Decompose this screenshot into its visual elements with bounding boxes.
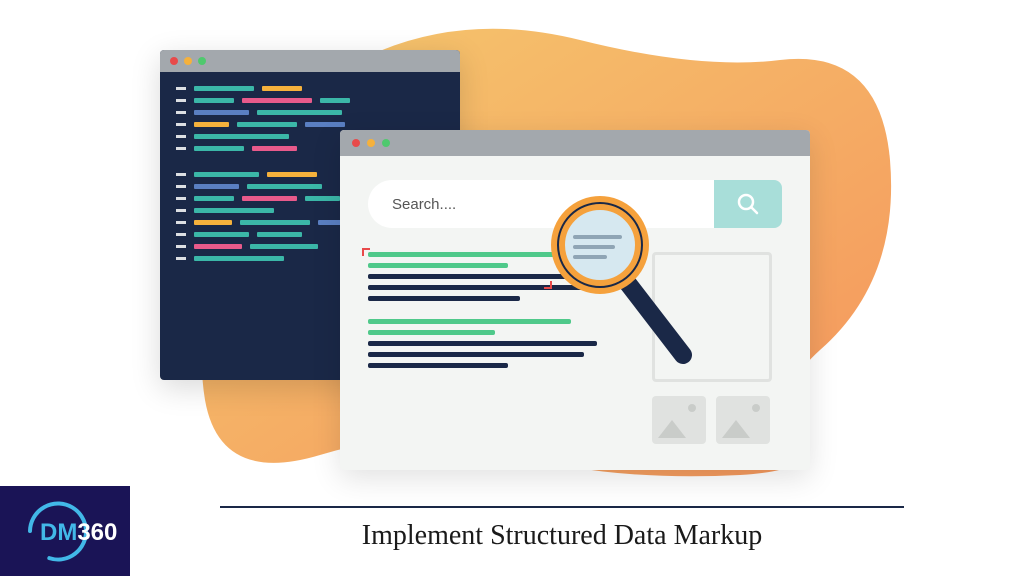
maximize-icon bbox=[382, 139, 390, 147]
page-caption: Implement Structured Data Markup bbox=[220, 520, 904, 552]
magnifying-glass-icon bbox=[545, 195, 705, 375]
image-placeholder-icon bbox=[652, 396, 706, 444]
code-window-titlebar bbox=[160, 50, 460, 72]
close-icon bbox=[352, 139, 360, 147]
logo-prefix: DM bbox=[40, 519, 77, 546]
caption-divider bbox=[220, 506, 904, 508]
image-placeholder-icon bbox=[716, 396, 770, 444]
maximize-icon bbox=[198, 57, 206, 65]
search-button[interactable] bbox=[714, 180, 782, 228]
svg-text:DM360: DM360 bbox=[40, 519, 117, 546]
search-icon bbox=[735, 191, 761, 217]
logo-suffix: 360 bbox=[77, 519, 117, 546]
close-icon bbox=[170, 57, 178, 65]
minimize-icon bbox=[184, 57, 192, 65]
brand-logo: DM360 bbox=[0, 486, 130, 576]
minimize-icon bbox=[367, 139, 375, 147]
browser-titlebar bbox=[340, 130, 810, 156]
